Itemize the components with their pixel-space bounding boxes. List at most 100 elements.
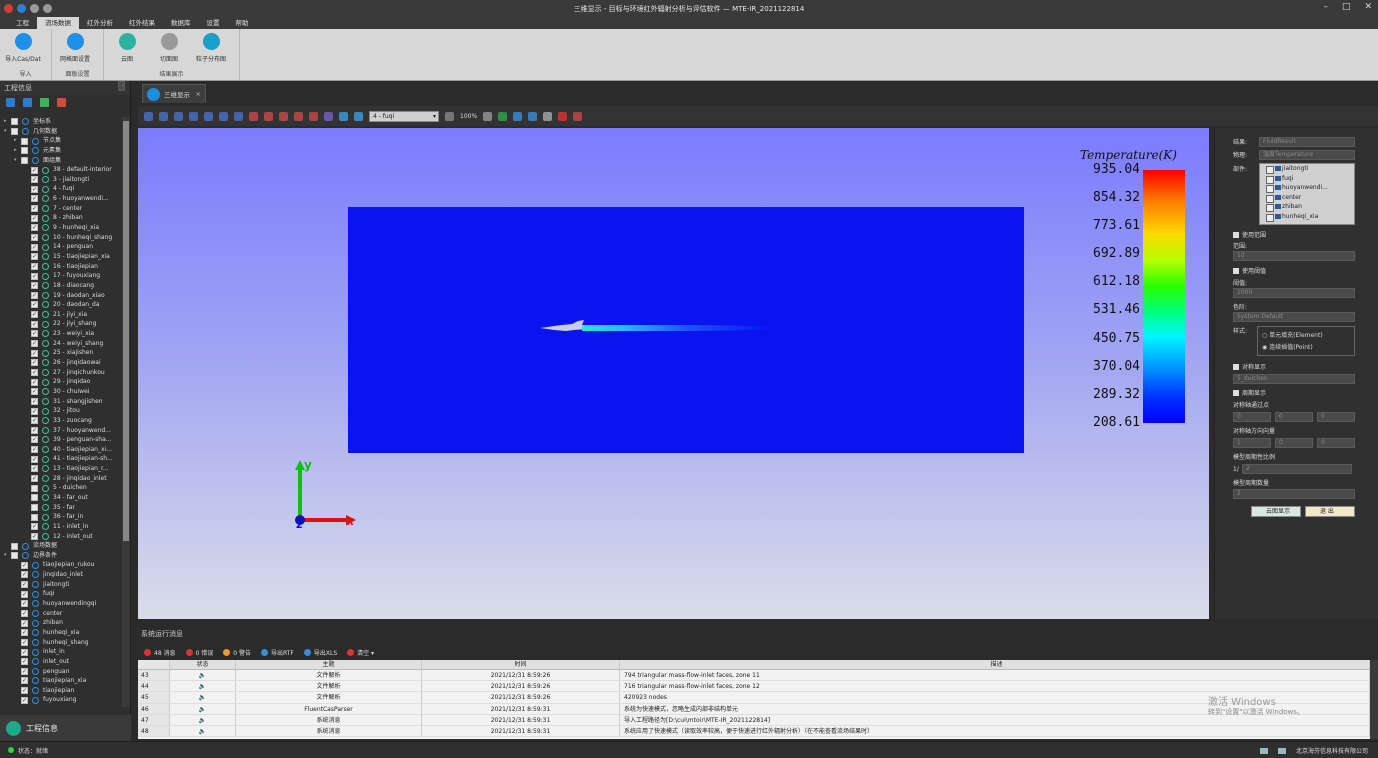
part-item[interactable]: center bbox=[1260, 193, 1354, 202]
tree-item[interactable]: ✓ hunheqi_shang bbox=[0, 638, 121, 648]
menu-item-0[interactable]: 工程 bbox=[8, 17, 37, 29]
tree-item[interactable]: ✓ 22 - jiyi_shang bbox=[0, 319, 121, 329]
box-select-icon[interactable] bbox=[354, 111, 363, 121]
tree-item[interactable]: ✓ 20 - daodan_da bbox=[0, 300, 121, 310]
period-checkbox[interactable]: 周期显示 bbox=[1242, 388, 1266, 397]
tree-checkbox[interactable]: ✓ bbox=[21, 600, 28, 608]
tree-expander-icon[interactable]: ▸ bbox=[14, 146, 20, 156]
menu-item-1[interactable]: 流场数据 bbox=[37, 17, 79, 29]
tree-checkbox[interactable]: ✓ bbox=[31, 224, 38, 232]
message-tool-button[interactable]: 导出RTF bbox=[261, 648, 294, 657]
tree-item[interactable]: ✓ 28 - jinqidao_inlet bbox=[0, 474, 121, 484]
tree-expander-icon[interactable]: ▾ bbox=[4, 127, 10, 137]
tree-item[interactable]: ✓ 33 - zuocang bbox=[0, 416, 121, 426]
sym-dir-z[interactable]: 0 bbox=[1317, 438, 1355, 448]
undo-icon[interactable] bbox=[30, 4, 39, 13]
view-front-icon[interactable] bbox=[144, 111, 153, 121]
save-icon[interactable] bbox=[17, 4, 26, 13]
tree-checkbox[interactable]: ✓ bbox=[31, 311, 38, 319]
sym-center-z[interactable]: 0 bbox=[1317, 412, 1355, 422]
column-header[interactable]: 描述 bbox=[620, 660, 1370, 669]
tree-checkbox[interactable]: ✓ bbox=[21, 561, 28, 569]
tree-item[interactable]: 流场数据 bbox=[0, 541, 121, 551]
tree-item[interactable]: 34 - far_out bbox=[0, 493, 121, 503]
tree-checkbox[interactable]: ✓ bbox=[31, 195, 38, 203]
part-select[interactable]: 4 - fuqi bbox=[369, 110, 439, 122]
tree-checkbox[interactable]: ✓ bbox=[31, 185, 38, 193]
tree-checkbox[interactable]: ✓ bbox=[31, 262, 38, 270]
tree-checkbox[interactable]: ✓ bbox=[31, 465, 38, 473]
rotate-x-icon[interactable] bbox=[249, 111, 258, 121]
record-icon[interactable] bbox=[573, 111, 583, 121]
sym-center-y[interactable]: 0 bbox=[1275, 412, 1313, 422]
tree-item[interactable]: ✓ 23 - weiyi_xia bbox=[0, 329, 121, 339]
view-top-icon[interactable] bbox=[204, 111, 213, 121]
messages-scrollbar[interactable] bbox=[1370, 660, 1378, 739]
settings-icon[interactable] bbox=[543, 111, 553, 121]
tree-checkbox[interactable]: ✓ bbox=[31, 388, 38, 396]
tree-item[interactable]: ✓ inlet_in bbox=[0, 647, 121, 657]
mesh-face-settings-button[interactable]: 网格面设置 bbox=[56, 31, 94, 63]
tree-checkbox[interactable]: ✓ bbox=[31, 532, 38, 540]
tree-checkbox[interactable] bbox=[11, 127, 18, 135]
tree-item[interactable]: ✓ fuyouxiang bbox=[0, 695, 121, 705]
tree-item[interactable]: ✓ jinqidao_inlet bbox=[0, 570, 121, 580]
tree-item[interactable]: ✓ fuqi bbox=[0, 589, 121, 599]
table-row[interactable]: 46 🔈 FluentCasParser 2021/12/31 8:59:31 系统为快… bbox=[138, 703, 1370, 715]
tree-item[interactable]: ✓ 3 - jiaitongti bbox=[0, 175, 121, 185]
tree-checkbox[interactable]: ✓ bbox=[31, 407, 38, 415]
tree-checkbox[interactable]: ✓ bbox=[31, 301, 38, 309]
threshold-input[interactable]: 1000 bbox=[1233, 288, 1355, 298]
tree-item[interactable]: ✓ tiaojiepian bbox=[0, 686, 121, 696]
tree-checkbox[interactable]: ✓ bbox=[21, 667, 28, 675]
close-button[interactable]: ✕ bbox=[1364, 2, 1372, 12]
tree-checkbox[interactable] bbox=[21, 137, 28, 145]
tree-checkbox[interactable]: ✓ bbox=[31, 291, 38, 299]
view-bottom-icon[interactable] bbox=[219, 111, 228, 121]
tree-item[interactable]: ▸ 坐标系 bbox=[0, 117, 121, 127]
tree-checkbox[interactable]: ✓ bbox=[21, 658, 28, 666]
collapse-all-icon[interactable] bbox=[23, 97, 32, 107]
tree-item[interactable]: ✓ 4 - fuqi bbox=[0, 184, 121, 194]
project-info-tab[interactable]: 工程信息 bbox=[0, 715, 131, 741]
tree-item[interactable]: 5 - duichen bbox=[0, 483, 121, 493]
tree-checkbox[interactable] bbox=[31, 494, 38, 502]
tree-item[interactable]: ▾ 边界条件 bbox=[0, 551, 121, 561]
stop-icon[interactable] bbox=[558, 111, 568, 121]
menu-item-3[interactable]: 红外结果 bbox=[121, 17, 163, 29]
expand-all-icon[interactable] bbox=[6, 97, 15, 107]
period-ratio-input[interactable]: 2 bbox=[1241, 464, 1352, 474]
tree-item[interactable]: ✓ 7 - center bbox=[0, 204, 121, 214]
sym-dir-y[interactable]: 0 bbox=[1275, 438, 1313, 448]
slice-button[interactable]: 切面图 bbox=[150, 31, 188, 63]
column-header[interactable]: 状态 bbox=[170, 660, 236, 669]
fullscreen-icon[interactable] bbox=[1277, 747, 1286, 754]
table-row[interactable]: 48 🔈 系统消息 2021/12/31 8:59:31 系统应用了快速模式（读取效率较… bbox=[138, 725, 1370, 738]
pick-icon[interactable] bbox=[324, 111, 333, 121]
tree-checkbox[interactable]: ✓ bbox=[31, 330, 38, 338]
tree-checkbox[interactable]: ✓ bbox=[31, 253, 38, 261]
contour-button[interactable]: 云图 bbox=[108, 31, 146, 63]
tree-item[interactable]: ✓ 21 - jiyi_xia bbox=[0, 310, 121, 320]
range-input[interactable]: 10 bbox=[1233, 251, 1355, 261]
tree-item[interactable]: ✓ 13 - tiaojiepian_r... bbox=[0, 464, 121, 474]
style-element-radio[interactable]: ○ 单元填充(Element) bbox=[1258, 327, 1354, 339]
tree-item[interactable]: ✓ 18 - diaocang bbox=[0, 281, 121, 291]
view-left-icon[interactable] bbox=[174, 111, 183, 121]
fit-view-icon[interactable] bbox=[339, 111, 348, 121]
tree-item[interactable]: ✓ 17 - fuyouxiang bbox=[0, 271, 121, 281]
tree-checkbox[interactable] bbox=[31, 484, 38, 492]
use-threshold-checkbox[interactable]: 使用阈值 bbox=[1242, 266, 1266, 275]
tree-checkbox[interactable]: ✓ bbox=[31, 234, 38, 241]
particle-distribution-button[interactable]: 粒子分布图 bbox=[192, 31, 230, 63]
tree-item[interactable]: ✓ 12 - inlet_out bbox=[0, 532, 121, 542]
tree-expander-icon[interactable]: ▾ bbox=[4, 551, 10, 561]
tree-item[interactable]: ✓ 16 - tiaojiepian bbox=[0, 262, 121, 272]
tree-checkbox[interactable] bbox=[11, 542, 18, 550]
use-range-checkbox[interactable]: 使用范围 bbox=[1242, 230, 1266, 239]
maximize-button[interactable]: □ bbox=[1342, 2, 1351, 12]
tree-checkbox[interactable]: ✓ bbox=[21, 677, 28, 685]
message-tool-button[interactable]: 0 错误 bbox=[185, 648, 213, 657]
tree-item[interactable]: ✓ 38 - default-interior bbox=[0, 165, 121, 175]
rotate-reset-icon[interactable] bbox=[294, 111, 303, 121]
